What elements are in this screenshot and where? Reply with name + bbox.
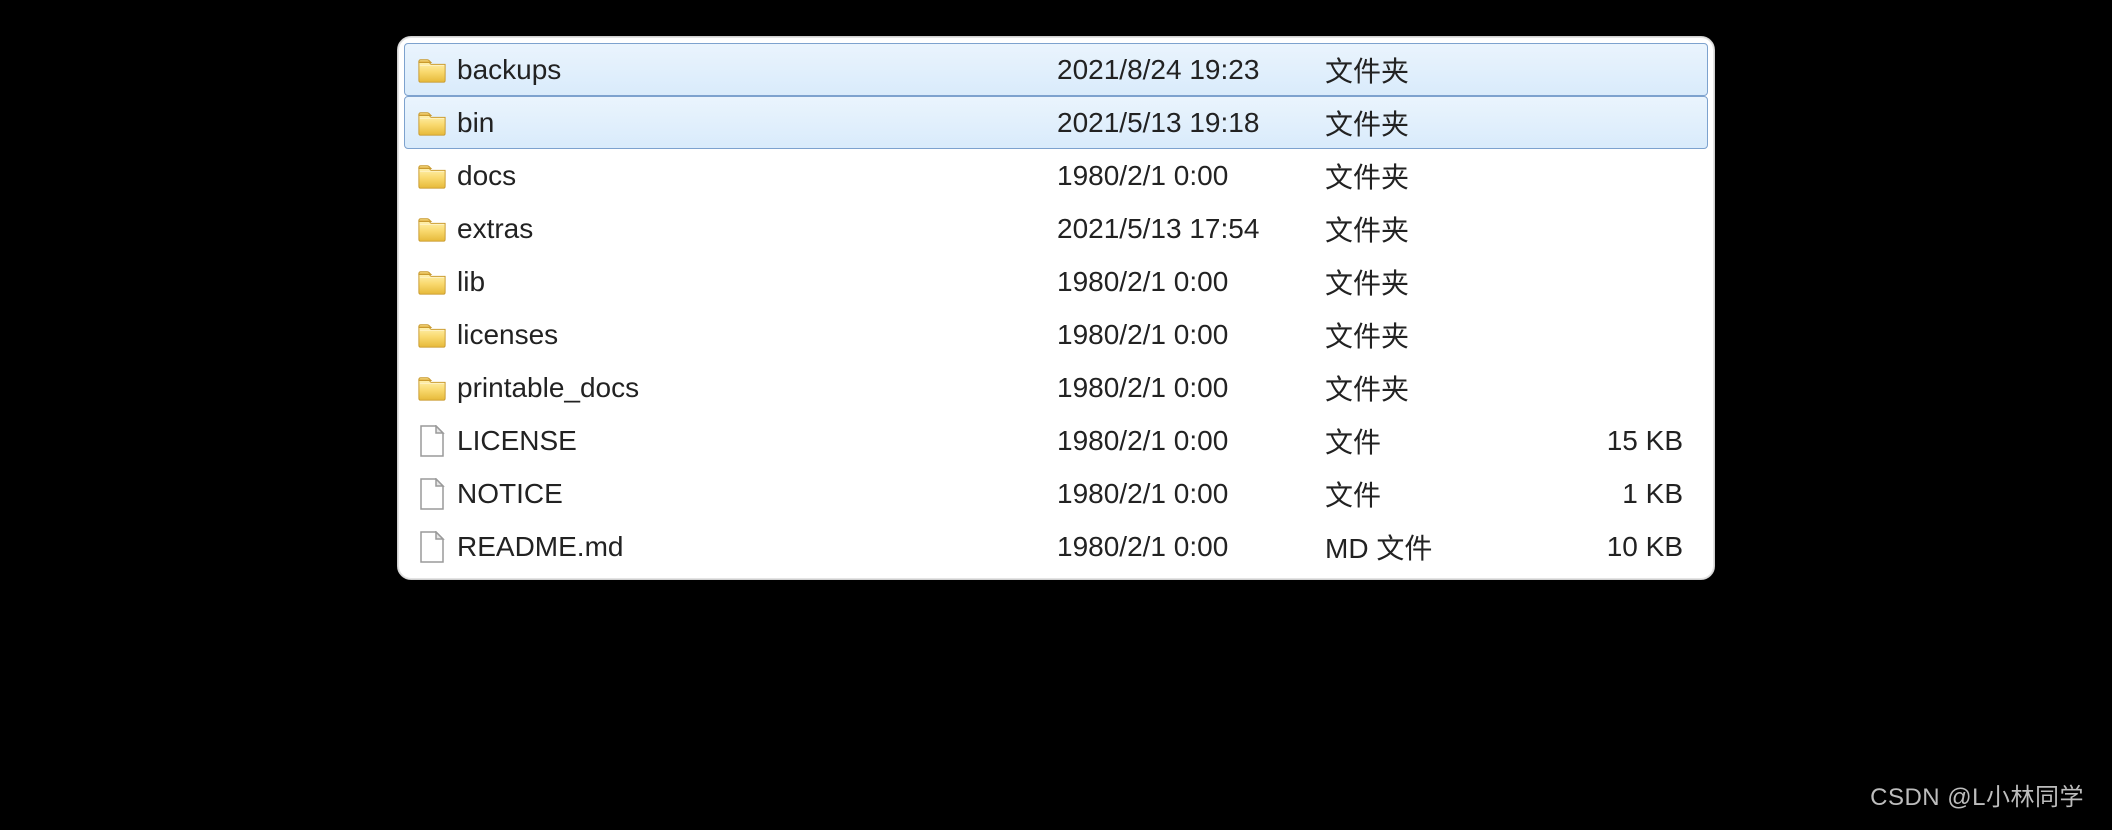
file-type: 文件夹: [1325, 103, 1523, 143]
file-name: extras: [453, 213, 1057, 245]
file-name: README.md: [453, 531, 1057, 563]
file-type: 文件: [1325, 421, 1523, 461]
folder-icon: [411, 161, 453, 191]
folder-icon: [411, 214, 453, 244]
file-date: 2021/5/13 17:54: [1057, 213, 1325, 245]
file-type: 文件夹: [1325, 156, 1523, 196]
file-date: 2021/8/24 19:23: [1057, 54, 1325, 86]
file-date: 1980/2/1 0:00: [1057, 319, 1325, 351]
file-date: 1980/2/1 0:00: [1057, 425, 1325, 457]
file-size: 15 KB: [1523, 425, 1701, 457]
file-type: 文件夹: [1325, 368, 1523, 408]
file-row[interactable]: extras2021/5/13 17:54文件夹: [404, 202, 1708, 255]
file-row[interactable]: LICENSE1980/2/1 0:00文件15 KB: [404, 414, 1708, 467]
folder-icon: [411, 320, 453, 350]
folder-icon: [411, 373, 453, 403]
file-date: 1980/2/1 0:00: [1057, 372, 1325, 404]
file-date: 1980/2/1 0:00: [1057, 160, 1325, 192]
file-row[interactable]: printable_docs1980/2/1 0:00文件夹: [404, 361, 1708, 414]
file-row[interactable]: docs1980/2/1 0:00文件夹: [404, 149, 1708, 202]
file-size: 10 KB: [1523, 531, 1701, 563]
file-name: lib: [453, 266, 1057, 298]
file-icon: [411, 478, 453, 510]
file-name: docs: [453, 160, 1057, 192]
file-list-panel: backups2021/8/24 19:23文件夹bin2021/5/13 19…: [397, 36, 1715, 580]
file-name: NOTICE: [453, 478, 1057, 510]
file-type: 文件: [1325, 474, 1523, 514]
watermark-text: CSDN @L小林同学: [1870, 777, 2084, 812]
file-type: MD 文件: [1325, 527, 1523, 567]
file-icon: [411, 531, 453, 563]
file-name: backups: [453, 54, 1057, 86]
file-name: printable_docs: [453, 372, 1057, 404]
file-type: 文件夹: [1325, 315, 1523, 355]
file-row[interactable]: bin2021/5/13 19:18文件夹: [404, 96, 1708, 149]
file-name: licenses: [453, 319, 1057, 351]
file-row[interactable]: backups2021/8/24 19:23文件夹: [404, 43, 1708, 96]
folder-icon: [411, 55, 453, 85]
file-date: 1980/2/1 0:00: [1057, 531, 1325, 563]
file-date: 1980/2/1 0:00: [1057, 478, 1325, 510]
file-icon: [411, 425, 453, 457]
file-date: 1980/2/1 0:00: [1057, 266, 1325, 298]
file-type: 文件夹: [1325, 209, 1523, 249]
file-type: 文件夹: [1325, 50, 1523, 90]
file-row[interactable]: NOTICE1980/2/1 0:00文件1 KB: [404, 467, 1708, 520]
file-name: bin: [453, 107, 1057, 139]
file-type: 文件夹: [1325, 262, 1523, 302]
file-size: 1 KB: [1523, 478, 1701, 510]
file-row[interactable]: licenses1980/2/1 0:00文件夹: [404, 308, 1708, 361]
folder-icon: [411, 267, 453, 297]
file-row[interactable]: README.md1980/2/1 0:00MD 文件10 KB: [404, 520, 1708, 573]
file-date: 2021/5/13 19:18: [1057, 107, 1325, 139]
file-name: LICENSE: [453, 425, 1057, 457]
folder-icon: [411, 108, 453, 138]
file-row[interactable]: lib1980/2/1 0:00文件夹: [404, 255, 1708, 308]
